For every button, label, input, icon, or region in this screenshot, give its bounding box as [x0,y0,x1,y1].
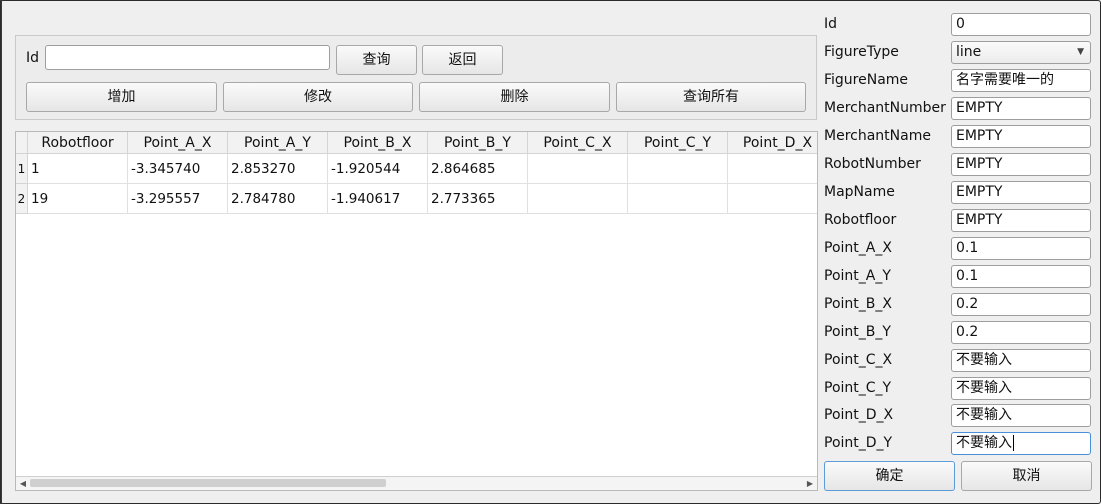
table-corner[interactable] [16,132,28,154]
scroll-left-icon[interactable]: ◀ [16,477,30,490]
id-search-input[interactable] [45,45,330,70]
merchant-number-field[interactable]: EMPTY [951,97,1091,120]
scrollbar-thumb[interactable] [30,479,386,487]
field-label-robot-number: RobotNumber [824,156,921,172]
point-d-y-value: 不要输入 [956,435,1012,451]
figure-type-select[interactable]: line ▼ [951,41,1091,64]
field-label-point-d-y: Point_D_Y [824,435,893,451]
table-cell[interactable]: -3.295557 [128,184,228,214]
field-label-point-b-x: Point_B_X [824,296,892,312]
add-button[interactable]: 增加 [26,82,217,112]
column-header[interactable]: Point_D_X [728,132,817,154]
field-label-map-name: MapName [824,184,895,200]
confirm-button[interactable]: 确定 [824,461,955,491]
column-header[interactable]: Point_C_Y [628,132,728,154]
table-cell[interactable] [528,154,628,184]
table-cell[interactable]: 1 [28,154,128,184]
cancel-button[interactable]: 取消 [961,461,1092,491]
table-cell[interactable]: 2.853270 [228,154,328,184]
id-field[interactable]: 0 [951,13,1091,36]
id-label: Id [26,50,40,66]
row-header[interactable]: 2 [16,184,28,214]
table-cell[interactable]: 2.864685 [428,154,528,184]
field-label-point-b-y: Point_B_Y [824,324,891,340]
field-label-robotfloor: Robotfloor [824,212,897,228]
robot-number-field[interactable]: EMPTY [951,153,1091,176]
table-cell[interactable] [528,184,628,214]
column-header[interactable]: Point_A_Y [228,132,328,154]
field-label-point-a-y: Point_A_Y [824,268,891,284]
table-cell[interactable] [628,154,728,184]
point-a-y-field[interactable]: 0.1 [951,265,1091,288]
query-button[interactable]: 查询 [336,45,417,75]
point-a-x-field[interactable]: 0.1 [951,237,1091,260]
figure-type-value: line [956,44,982,60]
data-table[interactable]: Robotfloor Point_A_X Point_A_Y Point_B_X… [15,131,818,491]
row-header[interactable]: 1 [16,154,28,184]
merchant-name-field[interactable]: EMPTY [951,125,1091,148]
query-panel: Id 查询 返回 增加 修改 删除 查询所有 [15,35,817,120]
field-label-id: Id [824,16,838,32]
column-header[interactable]: Robotfloor [28,132,128,154]
point-c-y-field[interactable]: 不要输入 [951,377,1091,400]
horizontal-scrollbar[interactable]: ◀ ▶ [16,476,817,490]
field-label-point-c-y: Point_C_Y [824,380,892,396]
field-label-figure-name: FigureName [824,72,909,88]
column-header[interactable]: Point_C_X [528,132,628,154]
table-cell[interactable]: -3.345740 [128,154,228,184]
table-cell[interactable] [628,184,728,214]
text-caret [1013,435,1014,451]
point-b-x-field[interactable]: 0.2 [951,293,1091,316]
field-label-merchant-number: MerchantNumber [824,100,946,116]
field-label-point-a-x: Point_A_X [824,240,892,256]
chevron-down-icon: ▼ [1077,47,1084,57]
window-left-edge [0,0,2,504]
column-header[interactable]: Point_A_X [128,132,228,154]
point-d-x-field[interactable]: 不要输入 [951,404,1091,427]
field-label-point-d-x: Point_D_X [824,407,894,423]
field-label-merchant-name: MerchantName [824,128,931,144]
point-c-x-field[interactable]: 不要输入 [951,349,1091,372]
back-button[interactable]: 返回 [422,45,503,75]
scroll-right-icon[interactable]: ▶ [803,477,817,490]
table-cell[interactable]: 19 [28,184,128,214]
table-cell[interactable]: -1.940617 [328,184,428,214]
point-d-y-field[interactable]: 不要输入 [951,432,1091,455]
robotfloor-field[interactable]: EMPTY [951,209,1091,232]
column-header[interactable]: Point_B_X [328,132,428,154]
map-name-field[interactable]: EMPTY [951,181,1091,204]
query-all-button[interactable]: 查询所有 [616,82,806,112]
table-cell[interactable] [728,154,817,184]
edit-button[interactable]: 修改 [223,82,413,112]
table-cell[interactable]: 2.784780 [228,184,328,214]
table-cell[interactable] [728,184,817,214]
field-label-point-c-x: Point_C_X [824,352,893,368]
delete-button[interactable]: 删除 [419,82,610,112]
table-cell[interactable]: -1.920544 [328,154,428,184]
point-b-y-field[interactable]: 0.2 [951,321,1091,344]
field-label-figure-type: FigureType [824,44,899,60]
column-header[interactable]: Point_B_Y [428,132,528,154]
figure-name-field[interactable]: 名字需要唯一的 [951,69,1091,92]
table-cell[interactable]: 2.773365 [428,184,528,214]
